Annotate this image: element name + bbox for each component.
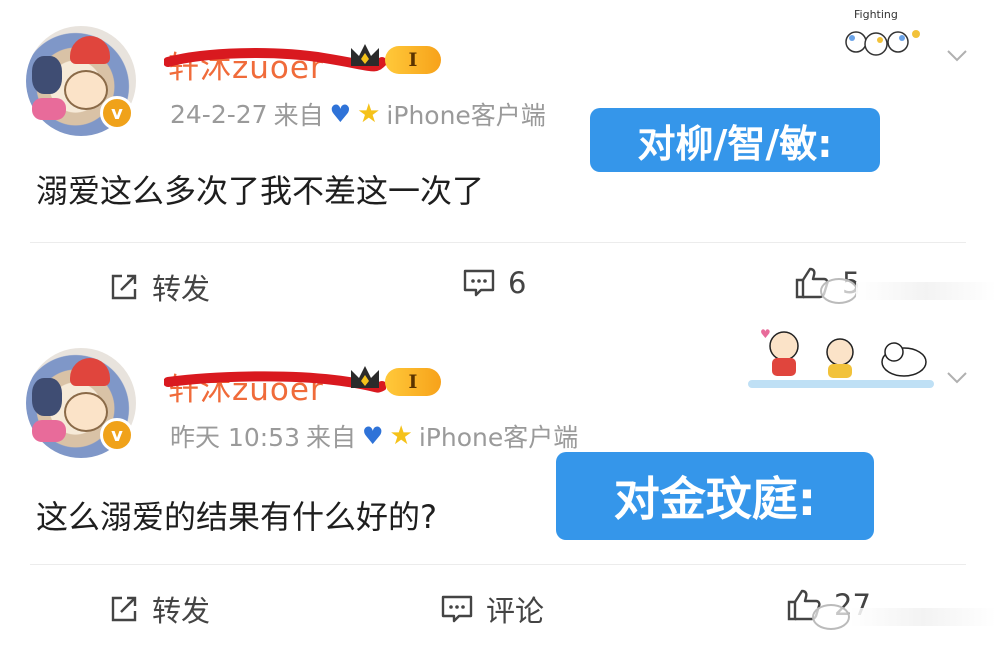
avatar[interactable]: v — [26, 26, 136, 136]
watermark-logo — [812, 604, 850, 630]
source-client[interactable]: iPhone客户端 — [419, 418, 578, 454]
avatar[interactable]: v — [26, 348, 136, 458]
post-content: 溺爱这么多次了我不差这一次了 — [36, 172, 485, 210]
caption-tag: 对金玟庭: — [556, 452, 874, 540]
comment-button[interactable]: 评论 — [440, 588, 544, 630]
repost-button[interactable]: 转发 — [108, 266, 210, 308]
action-bar: 转发 评论 27 — [0, 588, 1000, 634]
comment-icon — [463, 269, 495, 297]
watermark-logo — [820, 278, 858, 304]
repost-label: 转发 — [152, 594, 211, 628]
source-prefix: 来自 — [306, 423, 357, 452]
heart-icon: ♥ — [362, 422, 384, 450]
divider — [30, 564, 966, 565]
share-icon — [111, 274, 137, 300]
svg-text:Fighting: Fighting — [854, 8, 898, 21]
comment-label: 评论 — [486, 594, 545, 628]
comment-count: 6 — [508, 266, 527, 300]
svg-text:♥: ♥ — [760, 327, 771, 341]
comment-icon — [441, 595, 473, 623]
divider — [30, 242, 966, 243]
post-card: v 轩沐zuoer I 24-2-27 来自 ♥ ★ iPhone客户端 Fig… — [0, 0, 1000, 320]
action-bar: 转发 6 5 — [0, 266, 1000, 312]
star-icon: ★ — [357, 99, 381, 129]
comment-button[interactable]: 6 — [462, 266, 526, 300]
post-meta: 24-2-27 来自 ♥ ★ iPhone客户端 — [170, 96, 546, 132]
fighting-sticker: Fighting — [845, 8, 920, 56]
chevron-down-icon[interactable] — [946, 366, 968, 388]
repost-label: 转发 — [152, 272, 211, 306]
heart-icon: ♥ — [329, 100, 352, 128]
chevron-down-icon[interactable] — [946, 44, 968, 66]
post-time: 24-2-27 — [170, 99, 268, 129]
post-card: v 轩沐zuoer I 昨天 10:53 来自 ♥ ★ iPhone客户端 ♥ … — [0, 322, 1000, 642]
repost-button[interactable]: 转发 — [108, 588, 210, 630]
watermark-smear — [850, 608, 996, 626]
post-content: 这么溺爱的结果有什么好的? — [36, 498, 437, 536]
star-icon: ★ — [389, 421, 413, 451]
cartoon-sticker: ♥ — [748, 327, 934, 388]
post-meta: 昨天 10:53 来自 ♥ ★ iPhone客户端 — [170, 418, 578, 454]
source-prefix: 来自 — [273, 101, 324, 130]
verified-v-icon: v — [100, 96, 134, 130]
crown-icon — [351, 366, 379, 388]
watermark-smear — [856, 282, 996, 300]
share-icon — [111, 596, 137, 622]
verified-v-icon: v — [100, 418, 134, 452]
level-badge: I — [385, 46, 441, 74]
crown-icon — [351, 44, 379, 66]
source-client[interactable]: iPhone客户端 — [386, 96, 545, 132]
level-badge: I — [385, 368, 441, 396]
post-time: 昨天 10:53 — [170, 423, 300, 452]
caption-tag: 对柳/智/敏: — [590, 108, 880, 172]
